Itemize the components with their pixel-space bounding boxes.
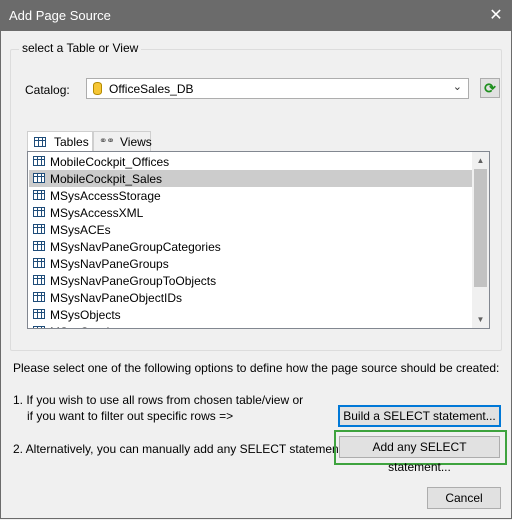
list-item[interactable]: MSysAccessXML [29,204,474,221]
table-list[interactable]: MobileCockpit_Offices MobileCockpit_Sales… [27,151,490,329]
tab-views-label: Views [120,135,152,149]
list-item[interactable]: MSysACEs [29,221,474,238]
scroll-thumb[interactable] [474,169,487,287]
list-item[interactable]: MSysNavPaneGroups [29,255,474,272]
tab-views[interactable]: ⚭⚭ Views [93,131,152,151]
window-title: Add Page Source [9,8,111,23]
table-icon [33,207,45,217]
table-icon [33,156,45,166]
table-view-group: select a Table or View Catalog: OfficeSa… [10,41,502,351]
catalog-value: OfficeSales_DB [109,82,194,96]
scroll-down-icon[interactable]: ▼ [472,311,489,328]
list-item-label: MSysAccessStorage [50,189,161,203]
list-item[interactable]: MSysAccessStorage [29,187,474,204]
catalog-dropdown[interactable]: OfficeSales_DB ⌄ [86,78,469,99]
list-item[interactable]: MSysNavPaneGroupCategories [29,238,474,255]
list-item-label: MobileCockpit_Sales [50,172,163,186]
glasses-icon: ⚭⚭ [99,136,115,147]
list-item-label: MSysAccessXML [50,206,144,220]
build-select-button[interactable]: Build a SELECT statement... [338,405,501,427]
catalog-label: Catalog: [25,83,70,97]
table-icon [33,309,45,319]
add-select-button[interactable]: Add any SELECT statement... [339,436,500,474]
list-item[interactable]: MobileCockpit_Sales [29,170,474,187]
table-icon [33,224,45,234]
list-item[interactable]: MobileCockpit_Offices [29,153,474,170]
tab-tables[interactable]: Tables [27,131,93,152]
database-icon [93,82,102,95]
list-item-label: MSysNavPaneGroupToObjects [50,274,217,288]
vertical-scrollbar[interactable]: ▲ ▼ [472,152,489,328]
chevron-down-icon: ⌄ [452,81,462,93]
table-icon [33,190,45,200]
table-icon [33,173,45,183]
scroll-up-icon[interactable]: ▲ [472,152,489,169]
table-icon [34,137,46,147]
table-icon [33,258,45,268]
list-item-label: MSysQueries [50,325,122,328]
list-item-label: MSysNavPaneObjectIDs [50,291,183,305]
table-icon [33,292,45,302]
list-item-label: MSysNavPaneGroups [50,257,169,271]
list-item[interactable]: MSysNavPaneGroupToObjects [29,272,474,289]
list-item-label: MobileCockpit_Offices [50,155,170,169]
list-item-label: MSysObjects [50,308,121,322]
tab-tables-label: Tables [54,135,89,149]
title-bar: Add Page Source ✕ [0,0,512,31]
option1-line1: 1. If you wish to use all rows from chos… [13,393,304,407]
group-legend: select a Table or View [19,41,142,55]
list-item-label: MSysACEs [50,223,111,237]
table-icon [33,275,45,285]
instructions-text: Please select one of the following optio… [13,361,500,375]
list-item[interactable]: MSysQueries [29,323,474,328]
dialog-body: select a Table or View Catalog: OfficeSa… [0,31,512,519]
option1-line2: if you want to filter out specific rows … [27,409,234,423]
list-item[interactable]: MSysNavPaneObjectIDs [29,289,474,306]
close-icon[interactable]: ✕ [480,0,512,31]
table-icon [33,326,45,328]
cancel-button[interactable]: Cancel [427,487,501,509]
option2-text: 2. Alternatively, you can manually add a… [13,442,360,456]
table-icon [33,241,45,251]
list-item[interactable]: MSysObjects [29,306,474,323]
list-item-label: MSysNavPaneGroupCategories [50,240,221,254]
refresh-icon: ⟳ [484,80,496,96]
refresh-button[interactable]: ⟳ [480,78,500,98]
